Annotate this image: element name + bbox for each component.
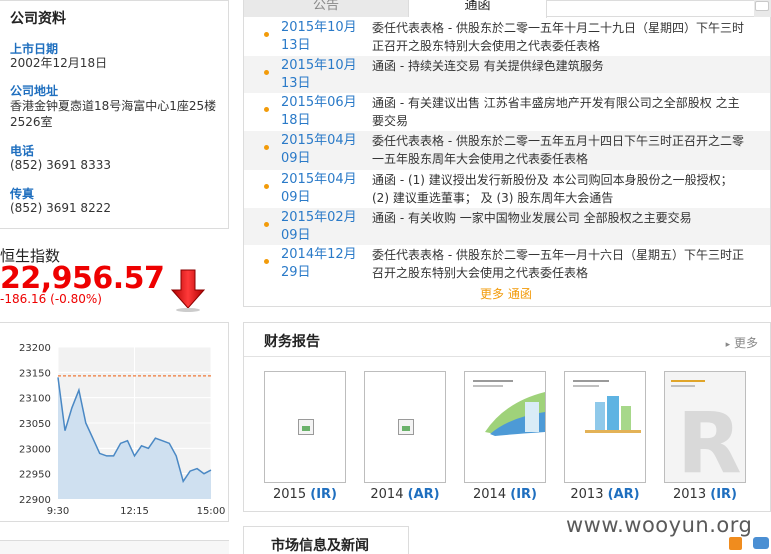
hsi-change: -186.16 (-0.80%) xyxy=(0,292,102,306)
report-caption[interactable]: 2014 (IR) xyxy=(455,487,555,502)
watermark: www.wooyun.org xyxy=(566,513,753,537)
report-type: (IR) xyxy=(510,487,537,502)
bullet-icon xyxy=(264,222,269,227)
circular-title[interactable]: 通函 - 有关建议出售 江苏省丰盛房地产开发有限公司之全部股权 之主要交易 xyxy=(372,94,744,130)
report-cover-image xyxy=(473,380,545,436)
circular-row: 2015年06月18日 通函 - 有关建议出售 江苏省丰盛房地产开发有限公司之全部… xyxy=(244,93,770,131)
svg-text:R: R xyxy=(677,394,742,483)
x-tick-label: 12:15 xyxy=(120,506,149,517)
broken-image-icon xyxy=(298,419,314,435)
circular-date[interactable]: 2014年12月29日 xyxy=(281,246,373,282)
circular-title[interactable]: 通函 - 有关收购 一家中国物业发展公司 全部股权之主要交易 xyxy=(372,209,744,227)
circular-title[interactable]: 委任代表表格 - 供股东於二零一五年五月十四日下午三时正召开之二零一五年股东周年… xyxy=(372,132,744,168)
y-tick-label: 23050 xyxy=(19,419,51,430)
tab-announcements[interactable]: 公告 xyxy=(244,0,409,17)
bullet-icon xyxy=(264,184,269,189)
circular-title[interactable]: 委任代表表格 - 供股东於二零一五年一月十六日（星期五）下午三时正召开之股东特别… xyxy=(372,246,744,282)
financial-reports-panel: 财务报告 ▸ 更多 R 2015 (IR) 2014 (AR) 2014 (IR… xyxy=(243,322,771,512)
report-caption[interactable]: 2013 (AR) xyxy=(555,487,655,502)
announcements-panel: 公告 通函 2015年10月13日 委任代表表格 - 供股东於二零一五年十月二十九… xyxy=(243,0,771,307)
fax-value: (852) 3691 8222 xyxy=(10,201,111,215)
address-label: 公司地址 xyxy=(10,84,59,98)
report-type: (IR) xyxy=(710,487,737,502)
bottom-left-strip xyxy=(0,540,229,554)
down-arrow-icon xyxy=(170,269,206,312)
circular-date[interactable]: 2015年04月09日 xyxy=(281,132,373,168)
y-tick-label: 23200 xyxy=(19,343,51,354)
tab-circulars[interactable]: 通函 xyxy=(409,0,547,18)
address-value: 香港金钟夏悫道18号海富中心1座25楼2526室 xyxy=(10,99,217,129)
bullet-icon xyxy=(264,107,269,112)
report-caption[interactable]: 2013 (IR) xyxy=(655,487,755,502)
bullet-icon xyxy=(264,259,269,264)
company-info-heading: 公司资料 xyxy=(10,11,66,27)
phone-value: (852) 3691 8333 xyxy=(10,158,111,172)
chart-y-axis: 23200 23150 23100 23050 23000 22950 22900 xyxy=(19,343,51,506)
company-info-panel: 公司资料 上市日期 2002年12月18日 公司地址 香港金钟夏悫道18号海富中… xyxy=(0,0,229,229)
report-type: (AR) xyxy=(407,487,440,502)
market-news-title[interactable]: 市场信息及新闻 xyxy=(271,535,369,554)
circular-row: 2014年12月29日 委任代表表格 - 供股东於二零一五年一月十六日（星期五）下… xyxy=(244,245,770,283)
circular-title[interactable]: 通函 - 持续关连交易 有关提供绿色建筑服务 xyxy=(372,57,744,75)
report-year: 2014 xyxy=(370,487,404,502)
chevron-right-icon: ▸ xyxy=(725,340,731,350)
financial-reports-more-link[interactable]: ▸ 更多 xyxy=(726,334,758,351)
circular-date[interactable]: 2015年02月09日 xyxy=(281,209,373,245)
x-tick-label: 9:30 xyxy=(47,506,69,517)
financial-reports-title: 财务报告 xyxy=(264,334,320,350)
divider xyxy=(244,356,770,357)
hsi-intraday-chart: 23200 23150 23100 23050 23000 22950 22900 9:30… xyxy=(19,343,226,517)
report-caption[interactable]: 2014 (AR) xyxy=(355,487,455,502)
hsi-value: 22,956.57 xyxy=(0,261,165,296)
circular-title[interactable]: 委任代表表格 - 供股东於二零一五年十月二十九日（星期四）下午三时正召开之股东特… xyxy=(372,19,744,55)
bullet-icon xyxy=(264,32,269,37)
report-caption[interactable]: 2015 (IR) xyxy=(255,487,355,502)
x-tick-label: 15:00 xyxy=(197,506,226,517)
circular-date[interactable]: 2015年10月13日 xyxy=(281,19,373,55)
bullet-icon xyxy=(264,70,269,75)
report-type: (IR) xyxy=(310,487,337,502)
circular-row: 2015年04月09日 委任代表表格 - 供股东於二零一五年五月十四日下午三时正召… xyxy=(244,131,770,170)
report-year: 2014 xyxy=(473,487,507,502)
y-tick-label: 22950 xyxy=(19,470,51,481)
circular-row: 2015年10月13日 通函 - 持续关连交易 有关提供绿色建筑服务 xyxy=(244,56,770,93)
chat-icon[interactable] xyxy=(755,1,769,11)
rss-icon[interactable] xyxy=(729,537,742,550)
more-label: 更多 xyxy=(733,336,758,350)
y-tick-label: 23150 xyxy=(19,368,51,379)
y-tick-label: 22900 xyxy=(19,495,51,506)
report-type: (AR) xyxy=(607,487,640,502)
report-cover-2013-ir[interactable]: R xyxy=(664,371,746,483)
circular-date[interactable]: 2015年04月09日 xyxy=(281,171,373,207)
report-cover-2013-ar[interactable] xyxy=(564,371,646,483)
chat-icon[interactable] xyxy=(753,537,769,549)
report-year: 2013 xyxy=(570,487,604,502)
report-cover-2014-ar[interactable] xyxy=(364,371,446,483)
circular-date[interactable]: 2015年06月18日 xyxy=(281,94,373,130)
market-news-panel: 市场信息及新闻 xyxy=(243,526,409,554)
hsi-chart-panel: 23200 23150 23100 23050 23000 22950 22900 9:30… xyxy=(0,322,229,522)
report-cover-2015-ir[interactable] xyxy=(264,371,346,483)
y-tick-label: 23100 xyxy=(19,394,51,405)
circular-date[interactable]: 2015年10月13日 xyxy=(281,57,373,93)
circular-row: 2015年04月09日 通函 - (1) 建议授出发行新股份及 本公司购回本身股份… xyxy=(244,170,770,208)
listing-date-value: 2002年12月18日 xyxy=(10,56,108,70)
circular-row: 2015年10月13日 委任代表表格 - 供股东於二零一五年十月二十九日（星期四）… xyxy=(244,18,770,56)
report-cover-image xyxy=(573,380,641,433)
report-cover-image: R xyxy=(665,372,745,483)
report-cover-2014-ir[interactable] xyxy=(464,371,546,483)
chart-x-axis: 9:30 12:15 15:00 xyxy=(47,506,226,517)
circular-row: 2015年02月09日 通函 - 有关收购 一家中国物业发展公司 全部股权之主要交… xyxy=(244,208,770,245)
broken-image-icon xyxy=(398,419,414,435)
more-circulars-link[interactable]: 更多 通函 xyxy=(480,285,532,302)
circular-title[interactable]: 通函 - (1) 建议授出发行新股份及 本公司购回本身股份之一般授权；(2) 建… xyxy=(372,171,744,207)
report-year: 2013 xyxy=(673,487,707,502)
bullet-icon xyxy=(264,145,269,150)
report-year: 2015 xyxy=(273,487,307,502)
tab-bar: 公告 通函 xyxy=(244,0,771,18)
y-tick-label: 23000 xyxy=(19,444,51,455)
